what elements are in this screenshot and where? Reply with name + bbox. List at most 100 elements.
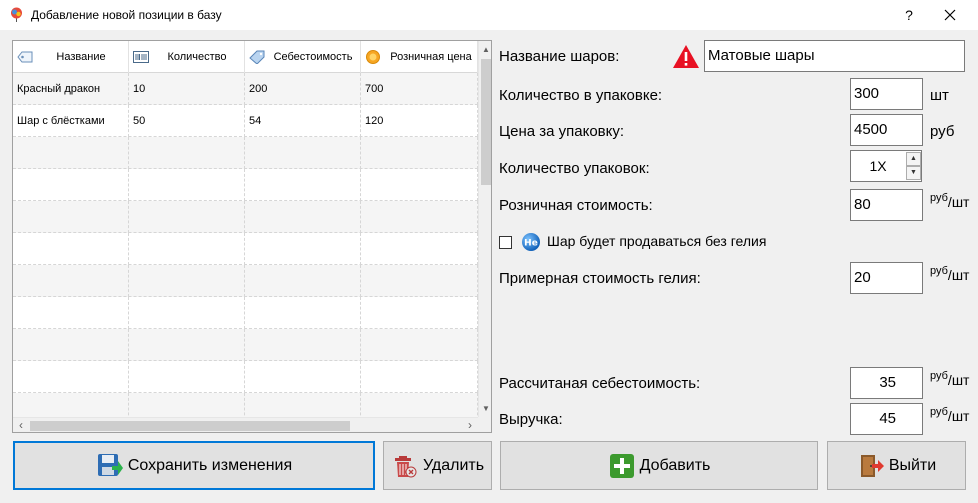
unit-numerator: руб: [930, 265, 948, 277]
table-row-empty[interactable]: [13, 329, 478, 361]
horizontal-scrollbar[interactable]: ‹ ›: [13, 417, 478, 432]
empty-cell[interactable]: [245, 329, 361, 361]
table-row-empty[interactable]: [13, 297, 478, 329]
table-row[interactable]: Красный дракон 10 200 700: [13, 73, 478, 105]
unit-denominator: шт: [951, 372, 970, 388]
close-icon[interactable]: [932, 4, 968, 26]
spin-down-button[interactable]: ▼: [906, 166, 921, 180]
trash-icon: [394, 455, 417, 477]
empty-cell[interactable]: [361, 329, 478, 361]
table-cell[interactable]: 120: [361, 105, 478, 137]
table-cell[interactable]: Красный дракон: [13, 73, 129, 105]
exit-label: Выйти: [888, 456, 937, 474]
empty-cell[interactable]: [245, 297, 361, 329]
empty-cell[interactable]: [13, 265, 129, 297]
delete-label: Удалить: [422, 456, 485, 474]
help-button[interactable]: ?: [895, 4, 923, 26]
empty-cell[interactable]: [129, 361, 245, 393]
scroll-down-button[interactable]: ▼: [479, 400, 491, 417]
vertical-scrollbar[interactable]: ▲ ▼: [478, 41, 491, 417]
table-row-empty[interactable]: [13, 169, 478, 201]
table-row-empty[interactable]: [13, 201, 478, 233]
delete-button[interactable]: Удалить: [383, 441, 492, 490]
table-cell[interactable]: 54: [245, 105, 361, 137]
empty-cell[interactable]: [13, 297, 129, 329]
table-cell[interactable]: Шар с блёстками: [13, 105, 129, 137]
empty-cell[interactable]: [129, 201, 245, 233]
balloon-name-label: Название шаров:: [499, 48, 620, 65]
revenue-value: 45: [850, 403, 923, 435]
empty-cell[interactable]: [13, 201, 129, 233]
empty-cell[interactable]: [245, 233, 361, 265]
vertical-scroll-thumb[interactable]: [481, 59, 491, 185]
add-button[interactable]: Добавить: [500, 441, 818, 490]
empty-cell[interactable]: [361, 361, 478, 393]
balloon-name-input[interactable]: Матовые шары: [704, 40, 965, 72]
empty-cell[interactable]: [129, 265, 245, 297]
empty-cell[interactable]: [361, 297, 478, 329]
empty-cell[interactable]: [13, 137, 129, 169]
column-label-quantity: Количество: [167, 50, 227, 63]
table-row[interactable]: Шар с блёстками 50 54 120: [13, 105, 478, 137]
empty-cell[interactable]: [129, 137, 245, 169]
positions-table[interactable]: Название Количество Себестоимость Рознич…: [12, 40, 492, 433]
table-cell[interactable]: 700: [361, 73, 478, 105]
empty-cell[interactable]: [245, 361, 361, 393]
empty-cell[interactable]: [361, 169, 478, 201]
table-row-empty[interactable]: [13, 361, 478, 393]
column-header-quantity[interactable]: Количество: [129, 41, 245, 73]
empty-cell[interactable]: [129, 297, 245, 329]
tag-icon: [17, 51, 33, 63]
pack-price-input[interactable]: 4500: [850, 114, 923, 146]
scroll-right-button[interactable]: ›: [462, 418, 478, 432]
empty-cell[interactable]: [245, 137, 361, 169]
no-helium-checkbox[interactable]: [499, 236, 512, 249]
empty-cell[interactable]: [13, 329, 129, 361]
table-row-empty[interactable]: [13, 265, 478, 297]
scroll-up-button[interactable]: ▲: [479, 41, 491, 58]
spin-up-button[interactable]: ▲: [906, 152, 921, 166]
unit-denominator: шт: [951, 194, 970, 210]
save-changes-button[interactable]: Сохранить изменения: [13, 441, 375, 490]
horizontal-scroll-thumb[interactable]: [30, 421, 350, 431]
column-header-retail-price[interactable]: Розничная цена: [361, 41, 478, 73]
empty-cell[interactable]: [245, 169, 361, 201]
calculated-cost-label: Рассчитаная себестоимость:: [499, 375, 701, 392]
table-header: Название Количество Себестоимость Рознич…: [13, 41, 478, 73]
table-row-empty[interactable]: [13, 137, 478, 169]
empty-cell[interactable]: [361, 137, 478, 169]
packs-count-value[interactable]: 1X: [851, 151, 905, 181]
pack-quantity-input[interactable]: 300: [850, 78, 923, 110]
retail-price-input[interactable]: 80: [850, 189, 923, 221]
column-label-name: Название: [56, 50, 106, 63]
calculated-cost-value: 35: [850, 367, 923, 399]
column-header-name[interactable]: Название: [13, 41, 129, 73]
empty-cell[interactable]: [129, 169, 245, 201]
empty-cell[interactable]: [361, 233, 478, 265]
helium-cost-input[interactable]: 20: [850, 262, 923, 294]
packs-count-spinbox[interactable]: 1X ▲ ▼: [850, 150, 922, 182]
save-changes-label: Сохранить изменения: [127, 456, 293, 474]
svg-text:He: He: [524, 239, 538, 249]
table-cell[interactable]: 50: [129, 105, 245, 137]
column-header-cost[interactable]: Себестоимость: [245, 41, 361, 73]
empty-cell[interactable]: [245, 265, 361, 297]
empty-cell[interactable]: [245, 201, 361, 233]
empty-cell[interactable]: [13, 169, 129, 201]
scroll-left-button[interactable]: ‹: [13, 418, 29, 432]
table-cell[interactable]: 10: [129, 73, 245, 105]
exit-button[interactable]: Выйти: [827, 441, 966, 490]
empty-cell[interactable]: [129, 233, 245, 265]
empty-cell[interactable]: [361, 265, 478, 297]
table-cell[interactable]: 200: [245, 73, 361, 105]
empty-cell[interactable]: [13, 233, 129, 265]
calculated-cost-unit: руб/шт: [930, 370, 970, 388]
table-row-empty[interactable]: [13, 233, 478, 265]
empty-cell[interactable]: [361, 201, 478, 233]
empty-cell[interactable]: [129, 329, 245, 361]
barcode-icon: [133, 51, 149, 63]
add-label: Добавить: [639, 456, 711, 474]
no-helium-label[interactable]: Шар будет продаваться без гелия: [547, 233, 766, 249]
empty-cell[interactable]: [13, 361, 129, 393]
pack-quantity-label: Количество в упаковке:: [499, 87, 663, 104]
